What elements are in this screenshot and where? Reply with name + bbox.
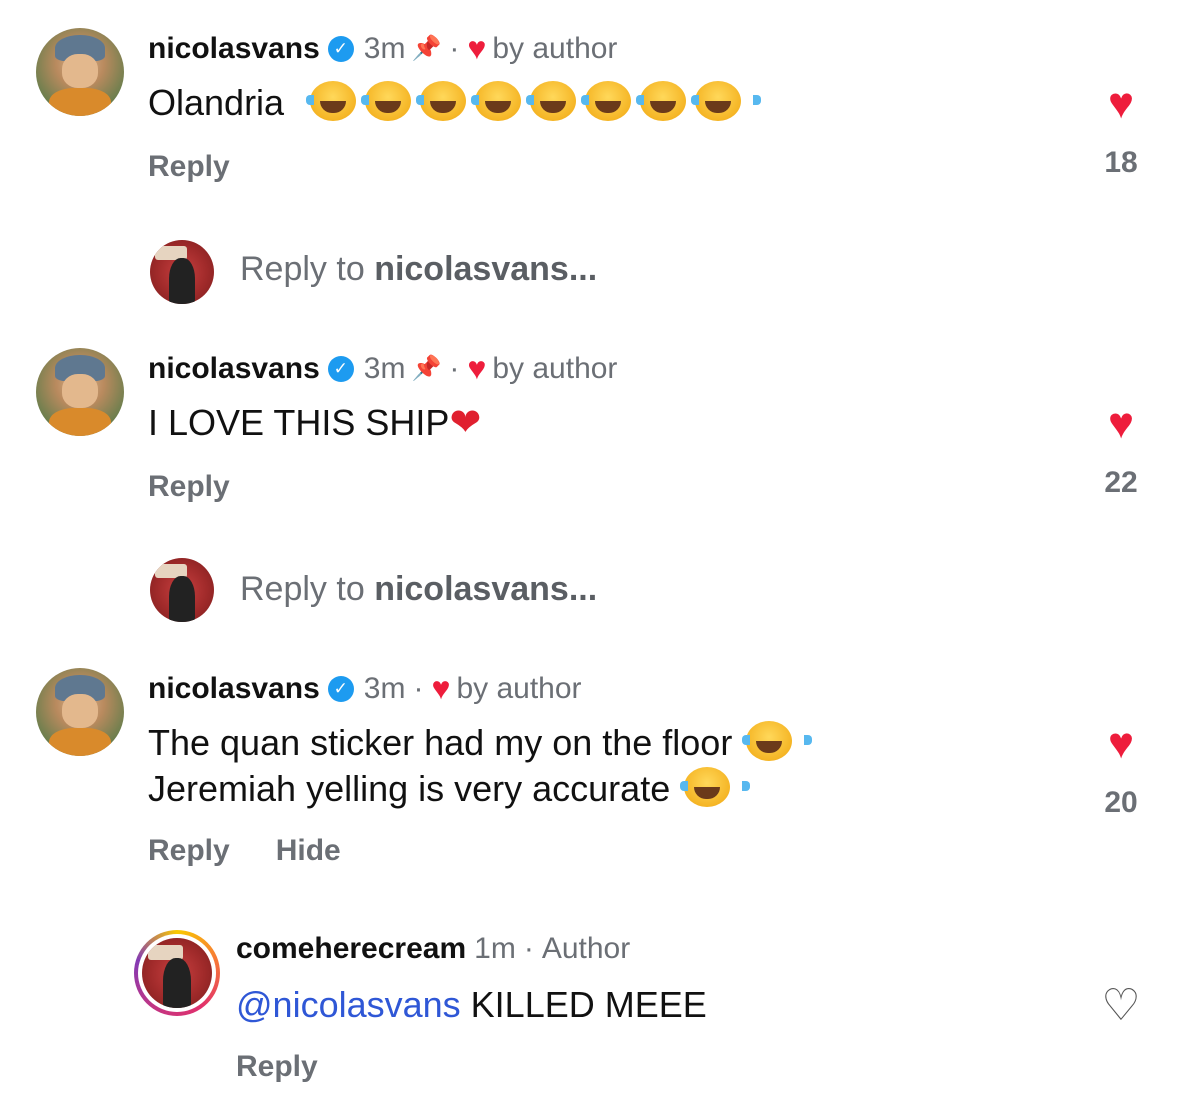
comment-4: comeherecream 1m · Author @nicolasvans K… — [0, 0, 1200, 1119]
avatar[interactable] — [142, 938, 212, 1008]
mention-link[interactable]: @nicolasvans — [236, 984, 461, 1025]
like-control: ♡ — [1086, 984, 1156, 1028]
username[interactable]: comeherecream — [236, 932, 466, 966]
author-label: Author — [541, 932, 631, 965]
story-ring[interactable] — [134, 930, 220, 1016]
comment-body: KILLED MEEE — [460, 984, 707, 1025]
comment-text: @nicolasvans KILLED MEEE — [236, 982, 707, 1028]
reply-button[interactable]: Reply — [236, 1050, 318, 1083]
comment-actions: Reply — [236, 1050, 318, 1084]
heart-outline-icon[interactable]: ♡ — [1086, 984, 1156, 1028]
timestamp: 1m — [474, 932, 516, 965]
separator-dot: · — [523, 932, 534, 965]
comment-meta: comeherecream 1m · Author — [236, 932, 630, 966]
